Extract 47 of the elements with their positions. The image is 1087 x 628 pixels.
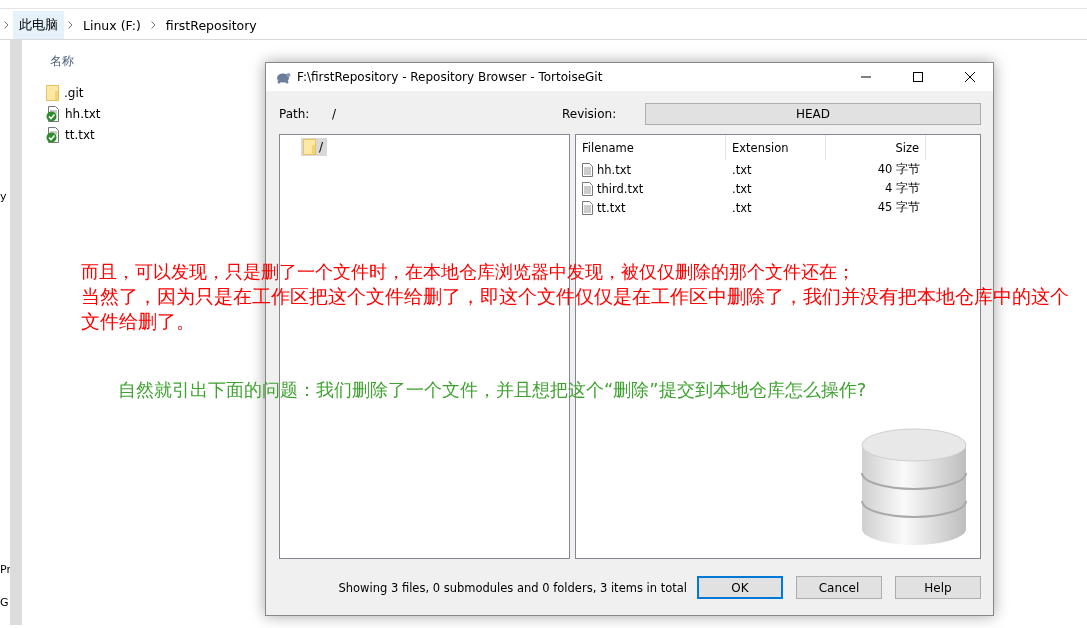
table-cell-text: 45 字节 [876,200,921,215]
document-icon [582,200,593,215]
tree-item[interactable]: / [301,138,328,156]
nav-label[interactable]: y [0,190,10,203]
close-icon [965,72,975,82]
revision-label: Revision: [562,107,618,121]
dialog-button[interactable]: Help [895,576,981,599]
turtle-icon [275,70,291,84]
column-header[interactable]: Size [826,135,926,160]
document-icon [582,162,593,177]
checked-file-icon [46,105,60,122]
status-text: Showing 3 files, 0 submodules and 0 folders, 3 items in total [338,580,687,595]
annotation-text: 而且，可以发现，只是删了一个文件时，在本地仓库浏览器中发现，被仅仅删除的那个文件还在； [81,260,856,284]
maximize-icon [913,72,923,82]
table-cell-text: .txt [731,200,753,215]
file-name[interactable]: third.txt [597,181,644,196]
path-label: Path: [279,107,311,121]
folder-icon [303,139,316,155]
path-value: / [332,107,338,121]
column-header[interactable]: Filename [576,135,726,160]
checked-file-icon [46,126,60,143]
column-header[interactable]: Extension [726,135,826,160]
file-name[interactable]: tt.txt [597,200,626,215]
scrollbar[interactable] [10,40,22,625]
file-name[interactable]: tt.txt [65,127,95,142]
annotation-text: 当然了，因为只是在工作区把这个文件给删了，即这个文件仅仅是在工作区中删除了，我们并没有把本地仓库中的这个文件给删了。 [81,284,1070,334]
breadcrumb-item[interactable]: firstRepository [159,11,263,39]
chevron-icon [4,21,9,29]
breadcrumb-item[interactable]: 此电脑 [13,11,64,39]
file-name[interactable]: .git [64,85,84,100]
dialog-button[interactable]: Cancel [796,576,882,599]
nav-label[interactable]: G [0,596,10,609]
table-cell-text: .txt [731,162,753,177]
chevron-icon [68,21,73,29]
chevron-icon [150,21,156,29]
folder-icon [46,84,59,101]
window-title: F:\firstRepository - Repository Browser - TortoiseGit [297,70,604,84]
file-name[interactable]: hh.txt [65,106,101,121]
revision-button[interactable]: HEAD [645,103,981,125]
table-cell-text: 4 字节 [884,181,921,196]
document-icon [582,181,593,196]
nav-label[interactable]: Pr [0,563,10,576]
table-cell-text: 40 字节 [876,162,921,177]
breadcrumb-item[interactable]: Linux (F:) [77,11,147,39]
table-cell-text: .txt [731,181,753,196]
file-name[interactable]: hh.txt [597,162,632,177]
dialog-button[interactable]: OK [697,576,783,599]
